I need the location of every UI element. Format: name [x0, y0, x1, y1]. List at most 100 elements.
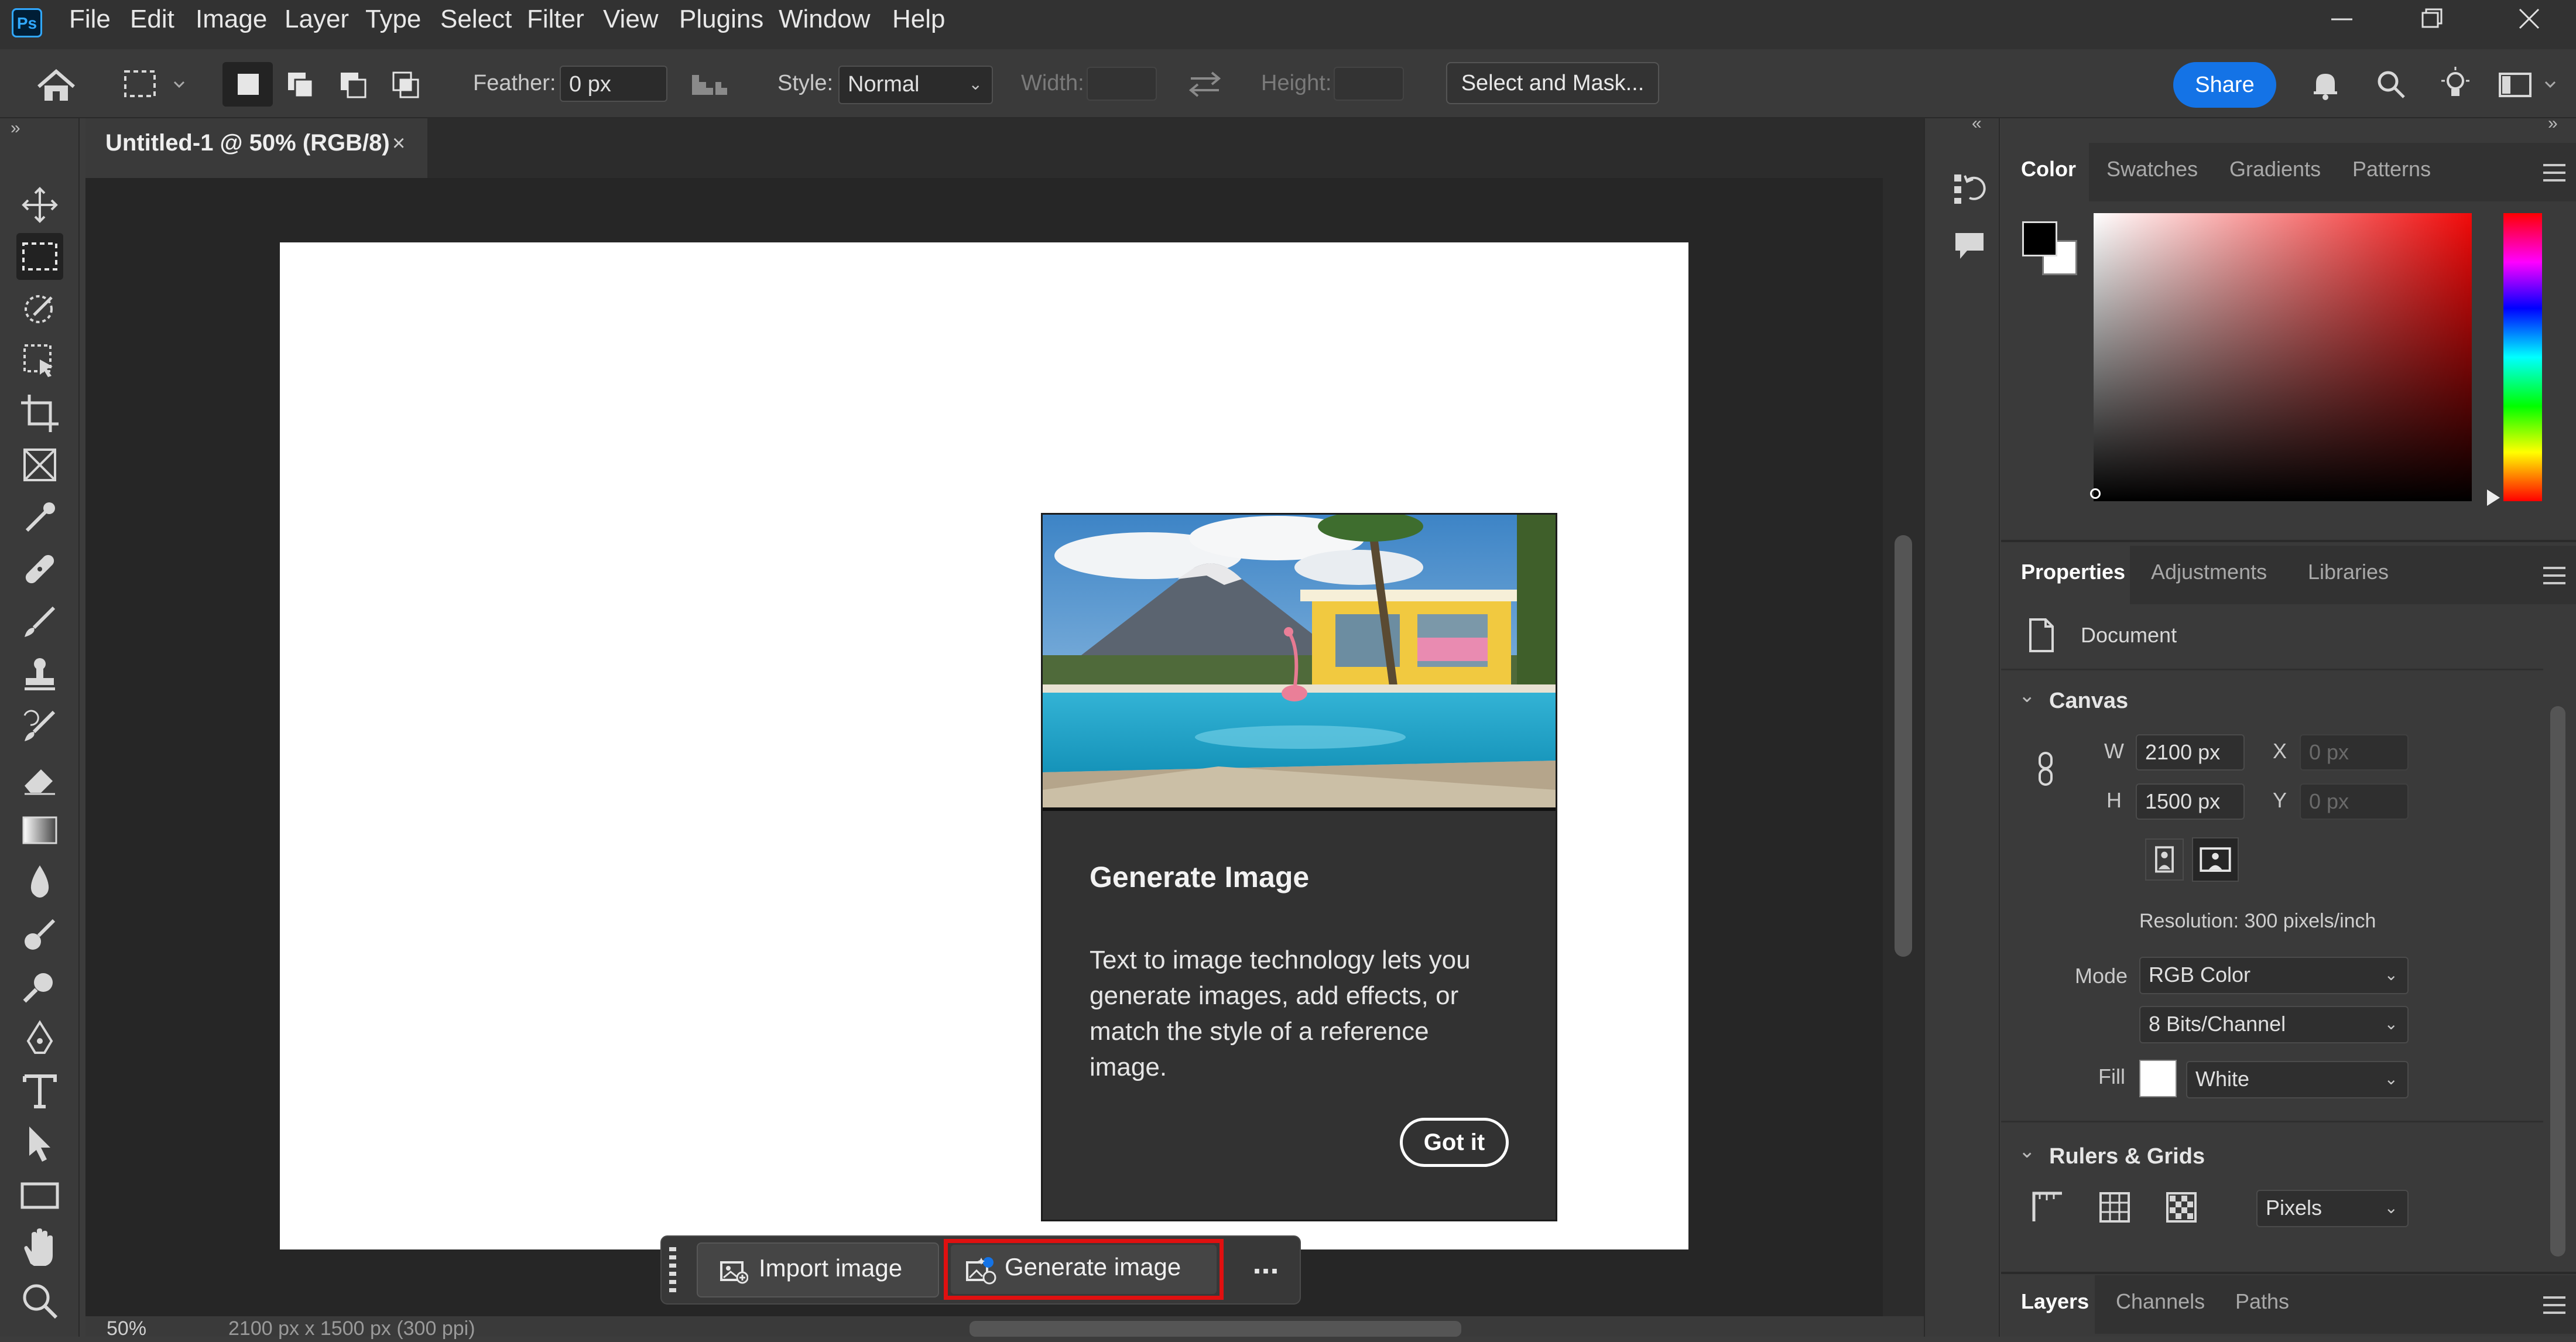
bit-depth-dropdown[interactable]: 8 Bits/Channel ⌄	[2139, 1006, 2409, 1043]
pixel-grid-icon[interactable]	[2164, 1190, 2199, 1225]
expand-dock-icon[interactable]: »	[2548, 114, 2558, 133]
path-selection-tool-icon[interactable]	[16, 1121, 63, 1168]
style-dropdown[interactable]: Normal ⌄	[838, 66, 993, 104]
anti-alias-icon[interactable]	[688, 70, 731, 98]
restore-icon[interactable]	[2414, 5, 2450, 34]
tab-close-icon[interactable]: ×	[392, 131, 405, 156]
eraser-tool-icon[interactable]	[16, 755, 63, 802]
landscape-orientation-icon[interactable]	[2192, 837, 2239, 882]
vertical-scrollbar[interactable]	[1883, 178, 1924, 1316]
drag-handle-icon[interactable]	[667, 1245, 678, 1296]
color-mode-dropdown[interactable]: RGB Color ⌄	[2139, 957, 2409, 994]
add-selection-icon[interactable]	[275, 62, 326, 107]
tab-paths[interactable]: Paths	[2235, 1275, 2289, 1328]
marquee-preset-icon[interactable]	[121, 67, 191, 102]
move-tool-icon[interactable]	[16, 182, 63, 228]
history-panel-icon[interactable]	[1952, 169, 1987, 206]
menu-filter[interactable]: Filter	[527, 0, 584, 49]
tab-libraries[interactable]: Libraries	[2308, 546, 2389, 598]
expand-toolbar-icon[interactable]: »	[11, 118, 20, 138]
swap-icon[interactable]	[1185, 69, 1225, 98]
import-image-button[interactable]: Import image	[697, 1242, 939, 1298]
minimize-icon[interactable]	[2324, 5, 2359, 34]
tab-swatches[interactable]: Swatches	[2106, 143, 2198, 196]
new-selection-icon[interactable]	[222, 62, 273, 107]
canvas-collapse-icon[interactable]: ⌄	[2019, 684, 2036, 707]
blur-tool-icon[interactable]	[16, 860, 63, 906]
foreground-color-chip[interactable]	[2022, 221, 2057, 256]
menu-window[interactable]: Window	[779, 0, 871, 49]
properties-panel-menu-icon[interactable]	[2543, 567, 2565, 584]
zoom-tool-icon[interactable]	[16, 1278, 63, 1324]
menu-file[interactable]: File	[69, 0, 111, 49]
zoom-lens-tool-icon[interactable]	[16, 964, 63, 1011]
more-options-icon[interactable]: ...	[1242, 1242, 1289, 1298]
menu-plugins[interactable]: Plugins	[679, 0, 763, 49]
menu-image[interactable]: Image	[196, 0, 267, 49]
units-dropdown[interactable]: Pixels ⌄	[2256, 1190, 2409, 1227]
close-window-icon[interactable]	[2512, 5, 2547, 34]
type-tool-icon[interactable]	[16, 1068, 63, 1115]
pen-tool-icon[interactable]	[16, 1016, 63, 1063]
crop-tool-icon[interactable]	[16, 390, 63, 437]
healing-brush-tool-icon[interactable]	[16, 546, 63, 593]
select-and-mask-button[interactable]: Select and Mask...	[1446, 62, 1659, 104]
horizontal-scroll-thumb[interactable]	[970, 1321, 1461, 1337]
document-tab[interactable]: Untitled-1 @ 50% (RGB/8) ×	[85, 118, 427, 178]
clone-stamp-tool-icon[interactable]	[16, 651, 63, 698]
tab-patterns[interactable]: Patterns	[2352, 143, 2431, 196]
home-icon[interactable]	[33, 67, 80, 104]
object-selection-tool-icon[interactable]	[16, 286, 63, 333]
zoom-level[interactable]: 50%	[107, 1317, 146, 1340]
menu-view[interactable]: View	[603, 0, 659, 49]
gradient-tool-icon[interactable]	[16, 807, 63, 854]
search-icon[interactable]	[2373, 67, 2409, 102]
tab-color[interactable]: Color	[2021, 143, 2076, 196]
vertical-scroll-thumb[interactable]	[1895, 535, 1912, 957]
rectangle-tool-icon[interactable]	[16, 1172, 63, 1219]
canvas-x-input[interactable]: 0 px	[2300, 734, 2409, 771]
photoshop-logo-icon[interactable]: Ps	[12, 8, 42, 37]
menu-type[interactable]: Type	[365, 0, 421, 49]
link-dimensions-icon[interactable]	[2034, 751, 2057, 787]
hue-slider-handle[interactable]	[2487, 489, 2500, 506]
feather-input[interactable]: 0 px	[560, 66, 667, 102]
hue-slider[interactable]	[2503, 213, 2542, 501]
grid-icon[interactable]	[2097, 1190, 2132, 1225]
menu-edit[interactable]: Edit	[130, 0, 174, 49]
tab-channels[interactable]: Channels	[2116, 1275, 2205, 1328]
lightbulb-icon[interactable]	[2438, 66, 2473, 103]
eyedropper-tool-icon[interactable]	[16, 494, 63, 541]
menu-layer[interactable]: Layer	[285, 0, 349, 49]
comments-panel-icon[interactable]	[1952, 228, 1987, 263]
rulers-collapse-icon[interactable]: ⌄	[2019, 1139, 2036, 1163]
tab-layers[interactable]: Layers	[2021, 1275, 2089, 1328]
object-select-tool-icon[interactable]	[16, 337, 63, 384]
dodge-tool-icon[interactable]	[16, 911, 63, 958]
ruler-icon[interactable]	[2030, 1190, 2065, 1225]
properties-scroll-thumb[interactable]	[2550, 706, 2565, 1257]
color-picker-marker[interactable]	[2090, 488, 2101, 499]
intersect-selection-icon[interactable]	[381, 62, 431, 107]
layers-panel-menu-icon[interactable]	[2543, 1296, 2565, 1314]
got-it-button[interactable]: Got it	[1400, 1118, 1509, 1167]
tab-adjustments[interactable]: Adjustments	[2151, 546, 2267, 598]
canvas-y-input[interactable]: 0 px	[2300, 783, 2409, 820]
tab-gradients[interactable]: Gradients	[2229, 143, 2321, 196]
bell-icon[interactable]	[2308, 67, 2343, 102]
canvas-height-input[interactable]: 1500 px	[2136, 783, 2245, 820]
canvas-width-input[interactable]: 2100 px	[2136, 734, 2245, 771]
properties-scrollbar[interactable]	[2543, 675, 2572, 1342]
hand-tool-icon[interactable]	[16, 1225, 63, 1272]
collapse-panels-icon[interactable]: «	[1972, 114, 1982, 133]
workspace-icon[interactable]	[2496, 69, 2561, 101]
fill-color-swatch[interactable]	[2139, 1060, 2177, 1097]
menu-help[interactable]: Help	[892, 0, 946, 49]
brush-tool-icon[interactable]	[16, 598, 63, 645]
tab-properties[interactable]: Properties	[2021, 546, 2125, 598]
history-brush-tool-icon[interactable]	[16, 703, 63, 749]
color-panel-menu-icon[interactable]	[2543, 164, 2565, 182]
fill-dropdown[interactable]: White ⌄	[2186, 1061, 2409, 1098]
rectangular-marquee-tool-icon[interactable]	[16, 233, 63, 280]
share-button[interactable]: Share	[2173, 62, 2276, 108]
